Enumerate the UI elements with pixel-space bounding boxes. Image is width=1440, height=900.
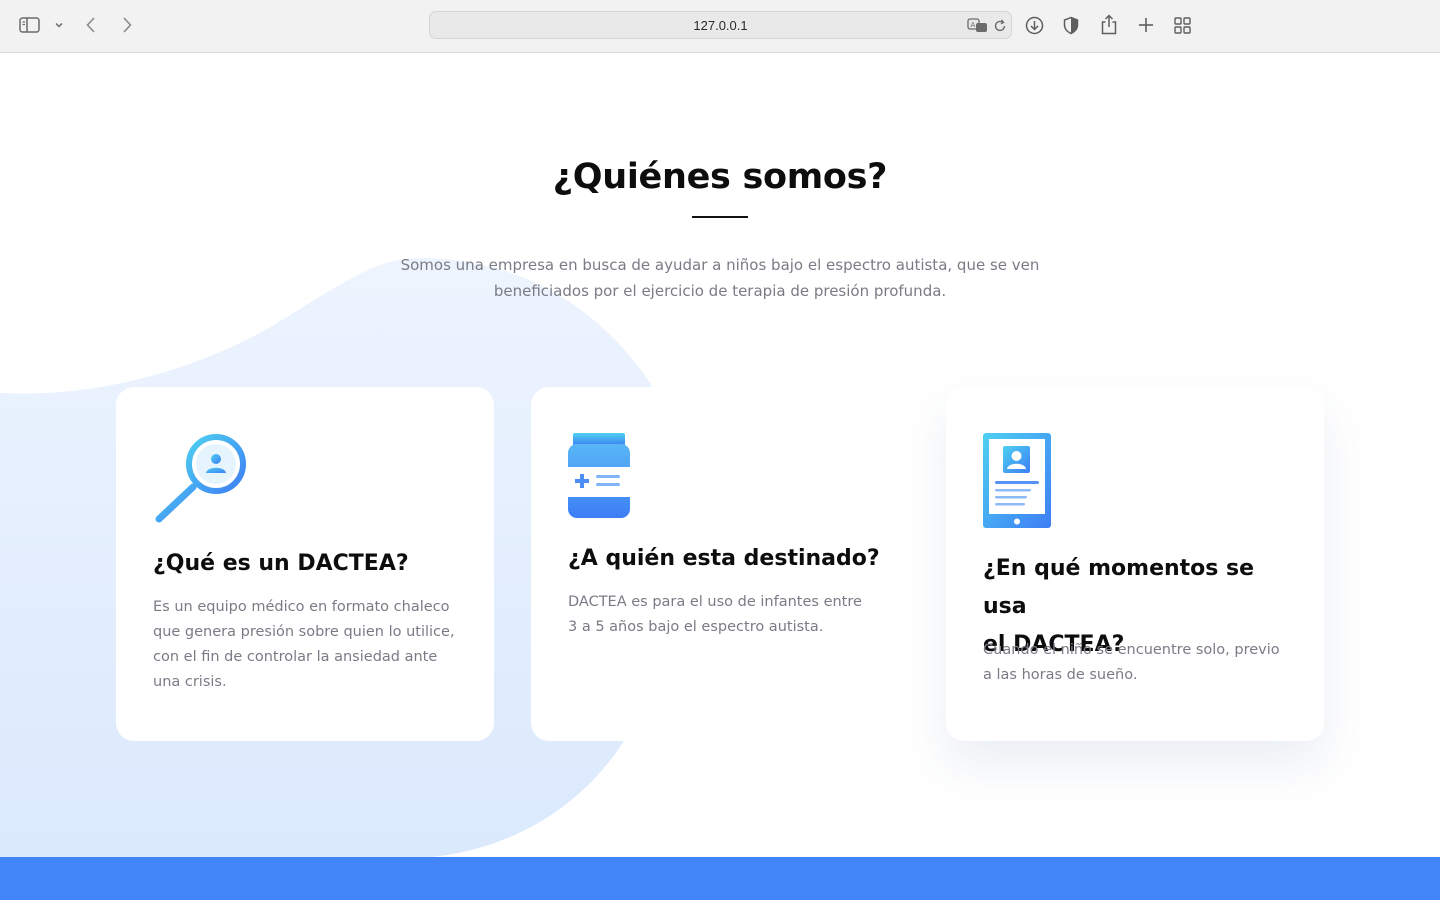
card-description-line: Es un equipo médico en formato chaleco <box>153 599 450 615</box>
magnifier-person-icon <box>153 433 249 530</box>
address-bar[interactable]: 127.0.0.1 A <box>429 11 1012 39</box>
download-icon[interactable] <box>1024 15 1044 35</box>
title-divider <box>692 216 748 218</box>
section-intro: Somos una empresa en busca de ayudar a n… <box>400 252 1040 304</box>
shield-icon[interactable] <box>1062 15 1080 35</box>
chevron-down-icon[interactable] <box>53 19 65 31</box>
card-title: ¿A quién esta destinado? <box>568 546 880 571</box>
card-description: DACTEA es para el uso de infantes entre … <box>568 590 874 640</box>
card-description: Cuando el niño se encuentre solo, previo… <box>983 638 1289 688</box>
share-icon[interactable] <box>1099 13 1119 35</box>
page-content: ¿Quiénes somos? Somos una empresa en bus… <box>0 53 1440 900</box>
card-description-line: 3 a 5 años bajo el espectro autista. <box>568 619 824 635</box>
reload-icon[interactable] <box>992 18 1008 34</box>
svg-text:A: A <box>970 21 975 29</box>
card-title: ¿Qué es un DACTEA? <box>153 551 409 576</box>
browser-toolbar: 127.0.0.1 A <box>0 0 1440 53</box>
card-description-line: que genera presión sobre quien lo utilic… <box>153 624 455 640</box>
intro-line-1: Somos una empresa en busca de ayudar a n… <box>400 256 1040 274</box>
card-description: Es un equipo médico en formato chaleco q… <box>153 595 459 695</box>
back-icon[interactable] <box>83 15 99 35</box>
medicine-jar-icon <box>568 433 634 526</box>
card-title-line: ¿En qué momentos se usa <box>983 556 1255 619</box>
translate-icon[interactable]: A <box>966 17 988 34</box>
info-card-when: ¿En qué momentos se usa el DACTEA? Cuand… <box>946 387 1324 741</box>
info-card-what-is: ¿Qué es un DACTEA? Es un equipo médico e… <box>116 387 494 741</box>
tablet-profile-icon <box>983 433 1053 534</box>
section-title: ¿Quiénes somos? <box>552 157 888 197</box>
info-card-target: ¿A quién esta destinado? DACTEA es para … <box>531 387 909 741</box>
footer-band <box>0 857 1440 900</box>
url-text: 127.0.0.1 <box>693 18 748 33</box>
tab-overview-icon[interactable] <box>1173 16 1191 34</box>
new-tab-icon[interactable] <box>1137 16 1155 34</box>
card-description-line: a las horas de sueño. <box>983 667 1138 683</box>
forward-icon[interactable] <box>119 15 135 35</box>
sidebar-icon[interactable] <box>19 15 41 35</box>
card-description-line: DACTEA es para el uso de infantes entre <box>568 594 862 610</box>
card-description-line: Cuando el niño se encuentre solo, previo <box>983 642 1280 658</box>
card-description-line: una crisis. <box>153 674 227 690</box>
intro-line-2: beneficiados por el ejercicio de terapia… <box>493 282 947 300</box>
card-description-line: con el fin de controlar la ansiedad ante <box>153 649 438 665</box>
